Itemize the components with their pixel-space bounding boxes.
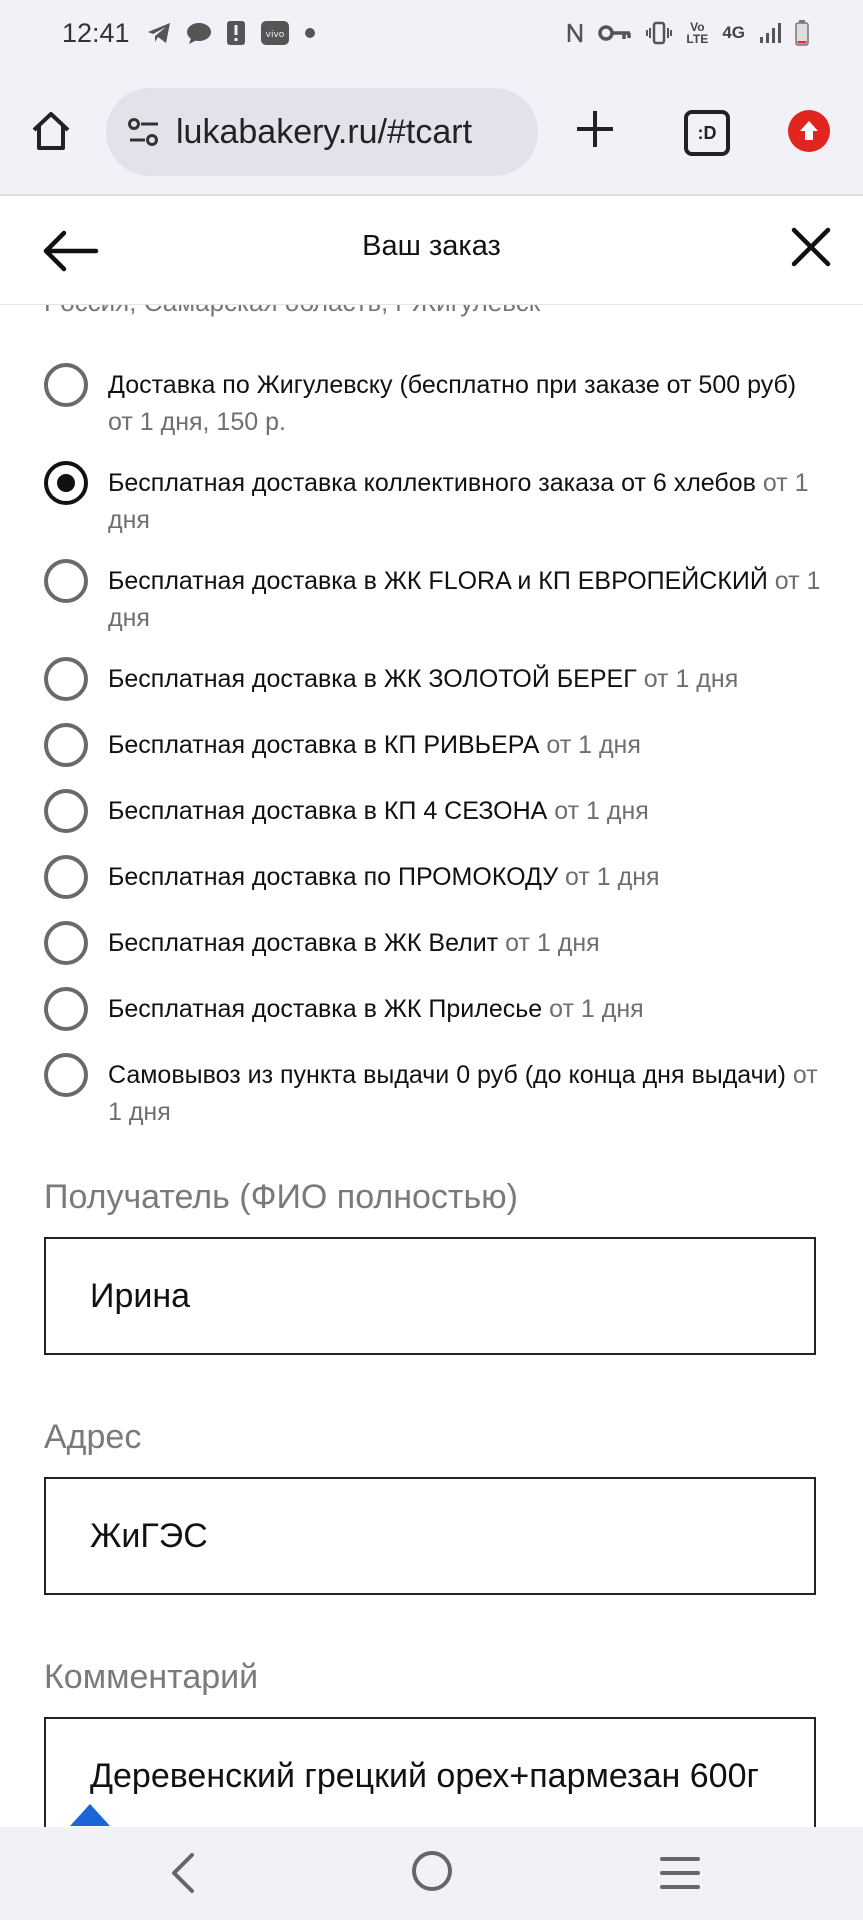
recipient-value: Ирина	[90, 1276, 191, 1315]
tabs-switcher-button[interactable]: :D	[684, 110, 730, 156]
option-label: Бесплатная доставка в ЖК FLORA и КП ЕВРО…	[108, 567, 768, 595]
radio-button[interactable]	[44, 921, 88, 965]
option-label: Бесплатная доставка коллективного заказа…	[108, 469, 756, 497]
delivery-option[interactable]: Бесплатная доставка в КП 4 СЕЗОНА от 1 д…	[44, 789, 824, 833]
svg-text:vivo: vivo	[266, 30, 285, 40]
option-days: от 1 дня	[549, 995, 644, 1023]
radio-button[interactable]	[44, 657, 88, 701]
page-title: Ваш заказ	[362, 230, 501, 262]
cart-form: Россия, Самарская область, г Жигулевск Д…	[0, 305, 863, 1827]
radio-button-selected[interactable]	[44, 461, 88, 505]
comment-label: Комментарий	[44, 1658, 259, 1696]
volte-label: Vo LTE	[686, 20, 709, 46]
alert-icon	[226, 20, 246, 46]
delivery-option[interactable]: Бесплатная доставка в КП РИВЬЕРА от 1 дн…	[44, 723, 824, 767]
delivery-option[interactable]: Бесплатная доставка в ЖК FLORA и КП ЕВРО…	[44, 559, 824, 637]
option-label: Бесплатная доставка по ПРОМОКОДУ	[108, 863, 559, 891]
system-nav-bar	[0, 1827, 863, 1920]
chat-bubble-icon	[186, 21, 212, 45]
radio-button[interactable]	[44, 987, 88, 1031]
battery-icon	[795, 20, 809, 46]
comment-value: Деревенский грецкий орех+пармезан 600г	[90, 1757, 759, 1795]
recipient-label: Получатель (ФИО полностью)	[44, 1178, 518, 1216]
close-icon[interactable]	[788, 224, 834, 270]
browser-toolbar: lukabakery.ru/#tcart :D	[0, 72, 863, 196]
option-days: от 1 дня	[565, 863, 660, 891]
delivery-option[interactable]: Бесплатная доставка в ЖК ЗОЛОТОЙ БЕРЕГ о…	[44, 657, 824, 701]
delivery-option[interactable]: Самовывоз из пункта выдачи 0 руб (до кон…	[44, 1053, 824, 1131]
radio-button[interactable]	[44, 1053, 88, 1097]
option-days: от 1 дня	[643, 665, 739, 693]
option-days: от 1 дня	[554, 797, 649, 825]
update-icon[interactable]	[788, 110, 830, 152]
option-label: Самовывоз из пункта выдачи 0 руб (до кон…	[108, 1061, 786, 1089]
recipient-input[interactable]: Ирина	[44, 1237, 816, 1355]
nav-back-icon[interactable]	[164, 1851, 204, 1895]
status-right-icons: Vo LTE 4G	[566, 20, 809, 46]
scroll-up-icon[interactable]	[68, 1800, 112, 1828]
network-label: 4G	[722, 23, 745, 42]
option-label: Бесплатная доставка в ЖК Прилесье	[108, 995, 543, 1023]
site-settings-icon[interactable]	[126, 114, 162, 150]
new-tab-icon[interactable]	[572, 106, 618, 152]
option-label: Доставка по Жигулевску (бесплатно при за…	[108, 371, 797, 399]
option-label: Бесплатная доставка в ЖК ЗОЛОТОЙ БЕРЕГ	[108, 665, 637, 693]
radio-button[interactable]	[44, 723, 88, 767]
vibrate-icon	[646, 21, 673, 45]
comment-input[interactable]: Деревенский грецкий орех+пармезан 600г	[44, 1717, 816, 1827]
address-input[interactable]: ЖиГЭС	[44, 1477, 816, 1595]
option-days: от 1 дня	[505, 929, 600, 957]
status-time: 12:41	[62, 18, 130, 48]
radio-button[interactable]	[44, 789, 88, 833]
radio-button[interactable]	[44, 363, 88, 407]
option-label: Бесплатная доставка в КП РИВЬЕРА	[108, 731, 540, 759]
delivery-option[interactable]: Бесплатная доставка коллективного заказа…	[44, 461, 824, 539]
telegram-icon	[146, 21, 172, 45]
key-icon	[598, 23, 632, 43]
option-label: Бесплатная доставка в ЖК Велит	[108, 929, 499, 957]
url-text: lukabakery.ru/#tcart	[176, 112, 473, 151]
nav-home-icon[interactable]	[412, 1851, 452, 1891]
delivery-option[interactable]: Бесплатная доставка по ПРОМОКОДУ от 1 дн…	[44, 855, 824, 899]
radio-button[interactable]	[44, 855, 88, 899]
signal-icon	[759, 22, 781, 44]
delivery-option[interactable]: Бесплатная доставка в ЖК Велит от 1 дня	[44, 921, 824, 965]
status-left-icons: vivo	[146, 20, 316, 46]
delivery-options: Доставка по Жигулевску (бесплатно при за…	[44, 363, 824, 1155]
option-days: от 1 дня, 150 р.	[108, 408, 286, 436]
cart-header: Ваш заказ	[0, 196, 863, 305]
address-label: Адрес	[44, 1418, 142, 1456]
address-bar[interactable]: lukabakery.ru/#tcart	[106, 88, 538, 176]
status-bar: 12:41 vivo Vo LTE 4G	[0, 0, 863, 72]
nfc-icon	[566, 21, 584, 45]
vivo-icon: vivo	[260, 20, 290, 46]
delivery-address-text: Россия, Самарская область, г Жигулевск	[44, 305, 540, 318]
delivery-option[interactable]: Бесплатная доставка в ЖК Прилесье от 1 д…	[44, 987, 824, 1031]
delivery-option[interactable]: Доставка по Жигулевску (бесплатно при за…	[44, 363, 824, 441]
option-days: от 1 дня	[546, 731, 641, 759]
option-label: Бесплатная доставка в КП 4 СЕЗОНА	[108, 797, 548, 825]
nav-menu-icon[interactable]	[660, 1855, 700, 1891]
address-value: ЖиГЭС	[90, 1516, 208, 1555]
dot-icon	[304, 27, 316, 39]
home-icon[interactable]	[28, 108, 78, 158]
radio-button[interactable]	[44, 559, 88, 603]
